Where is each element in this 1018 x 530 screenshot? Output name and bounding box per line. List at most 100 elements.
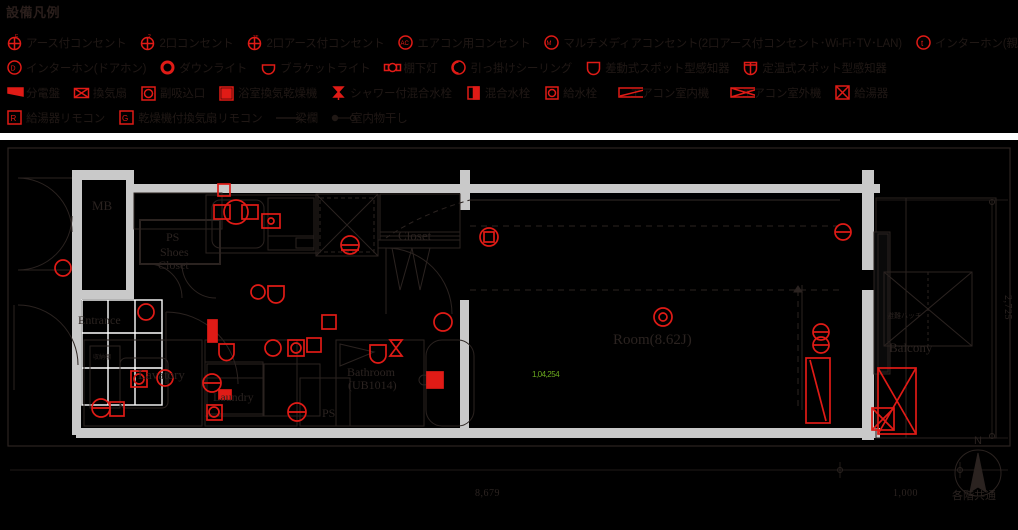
floorplan-svg	[7, 147, 1011, 497]
room-label: Closet	[398, 228, 432, 243]
legend-item-dryer-fan-remote: G 乾燥機付換気扇リモコン	[118, 109, 263, 126]
legend-item-bath-dryer: 浴室換気乾燥機	[218, 84, 317, 101]
legend-rows: E アース付コンセント 2 2口コンセント 2E 2口アース付コンセント AC エアコン用コン…	[6, 30, 1018, 130]
legend-item-label: 2口アース付コンセント	[266, 37, 385, 50]
dimension-note: 1,04,254	[532, 370, 560, 379]
legend-item-label: ブラケットライト	[280, 62, 371, 75]
double-earth-outlet-icon: 2E	[246, 34, 263, 51]
double-outlet-icon: 2	[139, 34, 156, 51]
room-label: Balcony	[889, 340, 933, 355]
legend-item-label: 棚下灯	[403, 62, 438, 75]
legend-row: D インターホン(ドアホン) ダウンライト ブラケットライト 棚下灯 引っ掛けシーリング 差…	[6, 55, 1012, 80]
legend-item-label: 混合水栓	[484, 87, 531, 100]
differential-spot-detector-icon	[585, 59, 602, 76]
fixed-temp-spot-detector-icon	[742, 59, 759, 76]
distribution-board-icon	[6, 84, 24, 101]
legend-item-mixer-faucet: 混合水栓	[465, 84, 530, 101]
legend-item-label: ダウンライト	[179, 62, 248, 75]
room-label: PS	[322, 406, 336, 420]
interphone-door-icon: D	[6, 59, 23, 76]
floorplan-drawing: MB PS Shoes Closet Entrance Closet Lavatory Lau…	[0, 140, 1018, 530]
ceiling-hook-icon	[450, 59, 467, 76]
floorplan-page: 設備凡例 E アース付コンセント 2 2口コンセント 2E 2口アース付コンセント AC エア…	[0, 0, 1018, 530]
legend-item-label: シャワー付混合水栓	[350, 87, 452, 100]
legend-item-label: 差動式スポット型感知器	[605, 62, 730, 75]
room-label: (UB1014)	[348, 378, 397, 392]
beam-line-icon	[275, 109, 301, 126]
aircon-outlet-icon: AC	[397, 34, 414, 51]
legend-item-label: 2口コンセント	[159, 37, 234, 50]
under-cabinet-light-icon	[383, 59, 402, 76]
legend-item-under-cabinet-light: 棚下灯	[383, 59, 438, 76]
legend-item-label: 副吸込口	[159, 87, 206, 100]
legend-item-label: 給湯器	[854, 87, 889, 100]
legend-item-shower-mixer-faucet: シャワー付混合水栓	[330, 84, 452, 101]
multimedia-outlet-icon: M	[543, 34, 560, 51]
dryer-fan-remote-icon: G	[118, 109, 135, 126]
legend-item-aircon-indoor-unit: エアコン室内機	[610, 84, 709, 101]
legend-item-indoor-drying-rail: 室内物干し	[331, 109, 408, 126]
aircon-outdoor-unit-icon	[722, 84, 756, 101]
compass-caption: 各階共通	[952, 490, 996, 502]
legend-item-interphone-main: t インターホン(親機)	[915, 34, 1018, 51]
legend-item-label: 給湯器リモコン	[26, 112, 106, 125]
legend-item-label: 分電盤	[26, 87, 60, 100]
room-label: Room(8.62J)	[613, 332, 692, 348]
legend-item-bracket-light: ブラケットライト	[260, 59, 371, 76]
water-heater-icon	[834, 84, 851, 101]
dimension-label: 8,679	[475, 488, 500, 499]
room-label: Entrance	[78, 313, 121, 327]
legend-item-beam-line: 梁欄	[275, 109, 318, 126]
legend-item-label: 定温式スポット型感知器	[762, 62, 887, 75]
legend-item-label: インターホン(ドアホン)	[26, 62, 147, 75]
legend-item-label: 引っ掛けシーリング	[470, 62, 573, 75]
water-heater-remote-icon: R	[6, 109, 23, 126]
legend-item-label: 室内物干し	[351, 112, 408, 125]
earth-outlet-icon: E	[6, 34, 23, 51]
room-label: Lavatory	[138, 367, 185, 382]
legend-item-label: アース付コンセント	[26, 37, 127, 50]
room-label: MB	[92, 198, 113, 213]
ventilation-fan-icon	[73, 84, 90, 101]
legend-row: 分電盤 換気扇 副吸込口 浴室換気乾燥機 シャワー付混合水栓 混合水栓 給水栓 エアコン室内機…	[6, 80, 1012, 105]
bracket-light-icon	[260, 59, 277, 76]
legend-item-label: エアコン用コンセント	[417, 37, 531, 50]
legend-item-fixed-temp-spot-detector: 定温式スポット型感知器	[742, 59, 887, 76]
svg-text:2: 2	[148, 34, 151, 40]
compass-north-letter: N	[974, 435, 982, 447]
legend-item-ceiling-hook: 引っ掛けシーリング	[450, 59, 572, 76]
legend-item-aircon-outlet: AC エアコン用コンセント	[397, 34, 531, 51]
legend-item-aircon-outdoor-unit: エアコン室外機	[722, 84, 821, 101]
legend-title: 設備凡例	[6, 5, 61, 20]
legend-item-differential-spot-detector: 差動式スポット型感知器	[585, 59, 730, 76]
room-label: Closet	[158, 258, 189, 272]
equipment-legend-panel: 設備凡例 E アース付コンセント 2 2口コンセント 2E 2口アース付コンセント AC エア…	[0, 0, 1018, 133]
bath-dryer-icon	[218, 84, 235, 101]
legend-item-multimedia-outlet: M マルチメディアコンセント(2口アース付コンセント･Wi-Fi･TV･LAN)	[543, 34, 902, 51]
mixer-faucet-icon	[465, 84, 482, 101]
svg-text:D: D	[11, 66, 16, 73]
legend-item-earth-outlet: E アース付コンセント	[6, 34, 127, 51]
annotation-label: 避難ハッチ	[887, 313, 922, 320]
legend-item-water-heater: 給湯器	[834, 84, 888, 101]
legend-item-label: 浴室換気乾燥機	[238, 87, 318, 100]
svg-text:2E: 2E	[253, 34, 259, 39]
legend-item-ventilation-fan: 換気扇	[73, 84, 127, 101]
legend-item-double-earth-outlet: 2E 2口アース付コンセント	[246, 34, 385, 51]
legend-row: R 給湯器リモコン G 乾燥機付換気扇リモコン 梁欄 室内物干し	[6, 105, 1012, 130]
shower-mixer-faucet-icon	[330, 84, 347, 101]
legend-item-label: 乾燥機付換気扇リモコン	[138, 112, 263, 125]
legend-item-distribution-board: 分電盤	[6, 84, 60, 101]
legend-item-label: インターホン(親機)	[934, 37, 1018, 50]
legend-item-label: マルチメディアコンセント(2口アース付コンセント･Wi-Fi･TV･LAN)	[563, 37, 902, 50]
legend-item-interphone-door: D インターホン(ドアホン)	[6, 59, 146, 76]
legend-item-downlight: ダウンライト	[159, 59, 247, 76]
legend-row: E アース付コンセント 2 2口コンセント 2E 2口アース付コンセント AC エアコン用コン…	[6, 30, 1018, 55]
air-intake-icon	[140, 84, 157, 101]
legend-item-air-intake: 副吸込口	[140, 84, 205, 101]
room-label: Laundry	[213, 390, 254, 404]
equipment-symbols	[54, 183, 917, 435]
legend-item-water-heater-remote: R 給湯器リモコン	[6, 109, 105, 126]
annotation-label: 収納棚	[93, 355, 112, 361]
svg-text:t: t	[921, 39, 924, 48]
